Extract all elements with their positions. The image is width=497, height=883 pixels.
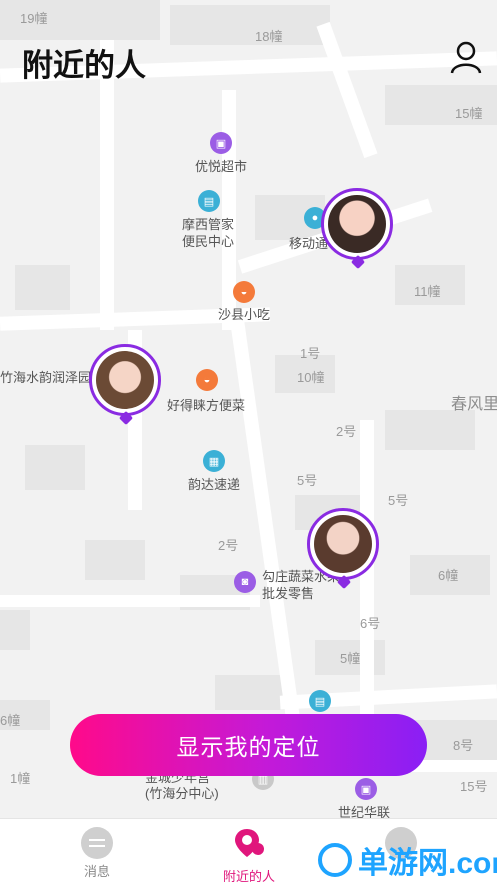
tab-nearby[interactable]: 附近的人	[189, 823, 309, 883]
map-area-label: 1幢	[10, 771, 31, 786]
page-title: 附近的人	[22, 48, 146, 83]
pin-tail	[350, 254, 366, 270]
nearby-user-pin[interactable]	[321, 188, 393, 270]
map-block	[15, 265, 70, 310]
poi-label: 沙县小吃	[218, 307, 271, 322]
map-area-label: 11幢	[414, 284, 441, 299]
map-block	[170, 5, 330, 45]
map-area-label: 6幢	[438, 568, 459, 583]
map-area-label: 10幢	[297, 370, 325, 385]
map-area-label: 6幢	[0, 713, 21, 728]
map-area-label: 19幢	[20, 11, 48, 26]
map-block	[215, 675, 285, 710]
avatar	[314, 515, 372, 573]
nearby-user-pin[interactable]	[307, 508, 379, 590]
nearby-user-pin[interactable]	[89, 344, 161, 426]
shop-icon[interactable]: ▣	[355, 778, 377, 800]
map-area-label: 15号	[460, 779, 488, 794]
user-icon[interactable]	[450, 40, 482, 74]
tab-messages[interactable]: 消息	[37, 823, 157, 880]
map-area-label: 5号	[388, 493, 409, 508]
map-block	[25, 445, 85, 490]
map-block	[0, 610, 30, 650]
map-area-label: 5幢	[340, 651, 361, 666]
map-area-label: 春风里	[451, 396, 497, 413]
show-my-location-button[interactable]: 显示我的定位	[70, 714, 427, 776]
poi-label: 韵达速递	[188, 477, 241, 492]
map-area-label: 2号	[336, 424, 357, 439]
map-road	[0, 595, 260, 607]
map-block	[385, 410, 475, 450]
service-icon[interactable]: ▤	[309, 690, 331, 712]
poi-label: 摩西管家 便民中心	[182, 217, 235, 249]
tab-label: 附近的人	[222, 869, 275, 883]
avatar	[328, 195, 386, 253]
poi-label: 世纪华联	[338, 805, 391, 818]
map-area-label: 2号	[218, 538, 239, 553]
bag-icon[interactable]: ◙	[234, 571, 256, 593]
delivery-icon[interactable]: ▦	[203, 450, 225, 472]
poi-label: 好得睐方便菜	[167, 398, 246, 413]
location-icon	[235, 829, 264, 857]
food-icon[interactable]: ◒	[196, 369, 218, 391]
map-area-label: 18幢	[255, 29, 283, 44]
message-icon	[81, 827, 113, 859]
map-area-label: 1号	[300, 346, 321, 361]
map-area-label: 8号	[453, 738, 474, 753]
poi-label: 优悦超市	[195, 159, 248, 174]
map-area-label: 5号	[297, 473, 318, 488]
map-road	[316, 21, 378, 159]
map-block	[85, 540, 145, 580]
avatar	[96, 351, 154, 409]
tab-label: 消息	[83, 864, 110, 879]
watermark-logo-icon	[318, 843, 352, 877]
shop-icon[interactable]: ▣	[210, 132, 232, 154]
map-area-label: 6号	[360, 616, 381, 631]
map-area-label: 15幢	[455, 106, 483, 121]
poi-label: 竹海水韵润泽园	[0, 370, 92, 385]
service-icon[interactable]: ▤	[198, 190, 220, 212]
map-view[interactable]: 19幢 18幢 15幢 11幢 1号 10幢 春风里 2号 5号 5号 6幢 2…	[0, 0, 497, 818]
food-icon[interactable]: ◒	[233, 281, 255, 303]
watermark: 单游网.com	[358, 847, 497, 880]
